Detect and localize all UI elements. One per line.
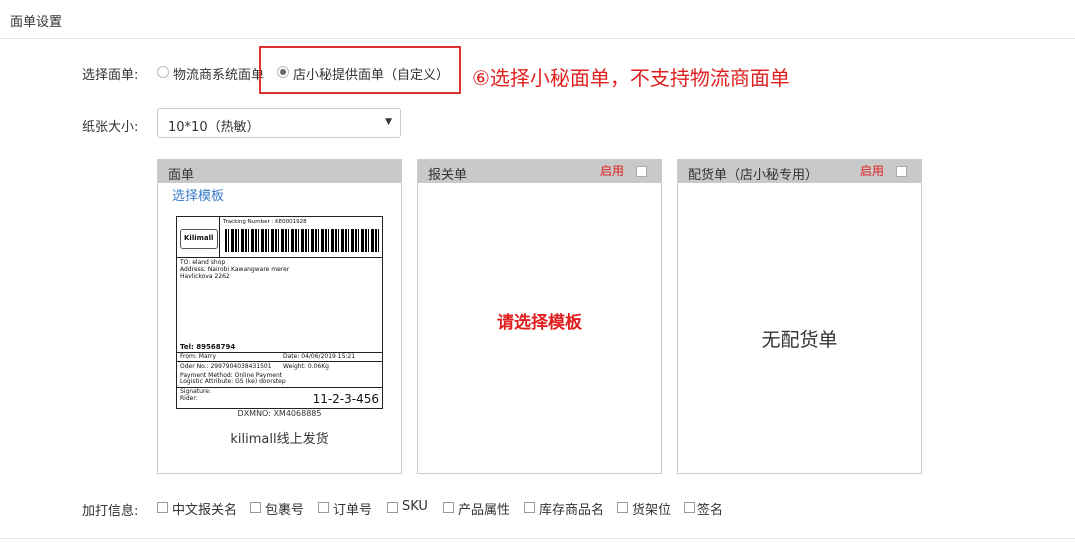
extra-print-label-product-attributes[interactable]: 产品属性: [458, 499, 510, 518]
packing-list-enable-label[interactable]: 启用: [860, 162, 884, 179]
extra-print-label-order-no[interactable]: 订单号: [333, 499, 372, 518]
bottom-divider: [0, 538, 1075, 539]
extra-print-checkbox-product-attributes[interactable]: [443, 502, 454, 513]
customs-enable-label[interactable]: 启用: [600, 162, 624, 179]
customs-panel: 报关单 启用 请选择模板: [417, 159, 662, 474]
kilimall-logo: Kilimall: [180, 229, 218, 249]
preview-route-code: 11-2-3-456: [312, 392, 379, 406]
customs-enable-checkbox[interactable]: [636, 166, 647, 177]
page-header: 面单设置: [0, 0, 1075, 39]
extra-print-label-shelf-location[interactable]: 货架位: [632, 499, 671, 518]
dropdown-arrow-icon: ▼: [385, 117, 392, 127]
waybill-panel-header: 面单: [158, 160, 401, 183]
extra-print-checkbox-order-no[interactable]: [318, 502, 329, 513]
paper-size-select[interactable]: 10*10（热敏） ▼: [157, 108, 401, 138]
preview-logistic: Logistic Attribute: GS (ke) doorstep: [180, 378, 286, 385]
packing-list-panel: 配货单（店小秘专用） 启用 无配货单: [677, 159, 922, 474]
waybill-panel-title: 面单: [168, 168, 195, 183]
extra-print-label: 加打信息:: [82, 504, 139, 519]
customs-panel-header: 报关单 启用: [418, 160, 661, 183]
extra-print-checkbox-stock-product-name[interactable]: [524, 502, 535, 513]
select-template-link[interactable]: 选择模板: [172, 185, 224, 204]
waybill-panel: 面单 选择模板 Kilimall Tracking Number : KE000…: [157, 159, 402, 474]
annotation-text: ⑥选择小秘面单，不支持物流商面单: [472, 66, 790, 90]
barcode-icon: [225, 229, 379, 252]
preview-signature: Signature:: [180, 388, 211, 395]
waybill-template-preview[interactable]: Kilimall Tracking Number : KE0001928 TO:…: [176, 216, 383, 409]
radio-carrier-waybill[interactable]: [157, 66, 169, 78]
preview-to: TO: eland shop: [180, 259, 226, 266]
extra-print-checkbox-shelf-location[interactable]: [617, 502, 628, 513]
waybill-template-caption: kilimall线上发货: [230, 432, 329, 447]
preview-header: Kilimall Tracking Number : KE0001928: [177, 217, 382, 258]
preview-date: Date: 04/06/2019 15:21: [283, 353, 356, 360]
extra-print-label-sku[interactable]: SKU: [402, 499, 428, 514]
preview-dxmno: DXMNO: XM4068885: [237, 409, 322, 418]
paper-size-value: 10*10（热敏）: [168, 120, 260, 135]
extra-print-checkbox-package-no[interactable]: [250, 502, 261, 513]
packing-list-empty-text: 无配货单: [761, 329, 838, 351]
extra-print-checkbox-signature[interactable]: [684, 502, 695, 513]
packing-list-enable-checkbox[interactable]: [896, 166, 907, 177]
extra-print-label-package-no[interactable]: 包裹号: [265, 499, 304, 518]
preview-order: Oder No.: 29979040384315​01: [180, 363, 272, 370]
preview-address2: Havlickova 2262: [180, 273, 230, 280]
customs-panel-title: 报关单: [428, 168, 468, 183]
packing-list-panel-header: 配货单（店小秘专用） 启用: [678, 160, 921, 183]
preview-address1: Address: Nairobi Kawangware merer: [180, 266, 290, 273]
page-title: 面单设置: [10, 15, 63, 30]
customs-select-template-prompt[interactable]: 请选择模板: [418, 308, 661, 333]
kilimall-logo-text: Kilimall: [184, 234, 214, 242]
preview-tel: Tel: 89568794: [180, 343, 236, 351]
extra-print-label-chinese-customs-name[interactable]: 中文报关名: [172, 499, 237, 518]
packing-list-panel-title: 配货单（店小秘专用）: [688, 168, 819, 183]
preview-from: From: Marry: [180, 353, 217, 360]
annotation-highlight-box: [259, 46, 461, 94]
extra-print-checkbox-sku[interactable]: [387, 502, 398, 513]
extra-print-checkbox-chinese-customs-name[interactable]: [157, 502, 168, 513]
extra-print-label-signature[interactable]: 签名: [697, 499, 723, 518]
preview-rider: Rider:: [180, 395, 198, 402]
preview-weight: Weight: 0.06Kg: [283, 363, 329, 370]
radio-carrier-waybill-label[interactable]: 物流商系统面单: [173, 64, 264, 83]
tracking-number: Tracking Number : KE0001928: [223, 219, 307, 225]
paper-size-label: 纸张大小:: [82, 120, 139, 135]
extra-print-label-stock-product-name[interactable]: 库存商品名: [539, 499, 604, 518]
select-waybill-label: 选择面单:: [82, 68, 139, 83]
